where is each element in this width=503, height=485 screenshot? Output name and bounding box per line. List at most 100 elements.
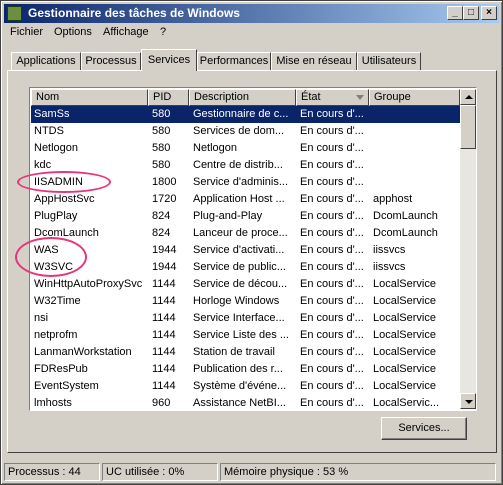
scrollbar-thumb[interactable] <box>460 105 476 149</box>
table-row[interactable]: DcomLaunch 824 Lanceur de proce... En cours… <box>31 225 460 242</box>
maximize-button[interactable]: □ <box>463 6 479 20</box>
cell-state: En cours d'... <box>300 329 364 341</box>
status-processes: Processus : 44 <box>4 463 100 481</box>
cell-pid: 1144 <box>152 363 176 375</box>
table-row[interactable]: WinHttpAutoProxySvc 1144 Service de décou.… <box>31 276 460 293</box>
menu-affichage[interactable]: Affichage <box>103 26 149 38</box>
table-row[interactable]: netprofm 1144 Service Liste des ... En cour… <box>31 327 460 344</box>
column-header-nom-label: Nom <box>36 91 60 103</box>
table-row[interactable]: AppHostSvc 1720 Application Host ... En cou… <box>31 191 460 208</box>
cell-name: LanmanWorkstation <box>34 346 132 358</box>
cell-pid: 824 <box>152 210 171 222</box>
cell-pid: 1944 <box>152 261 177 273</box>
cell-state: En cours d'... <box>300 244 364 256</box>
cell-description: Station de travail <box>193 346 275 358</box>
cell-description: Service de décou... <box>193 278 288 290</box>
services-button[interactable]: Services... <box>381 417 467 440</box>
cell-description: Service d'adminis... <box>193 176 289 188</box>
cell-name: nsi <box>34 312 49 324</box>
cell-group: LocalService <box>373 380 436 392</box>
vertical-scrollbar[interactable] <box>460 89 476 409</box>
cell-description: Assistance NetBI... <box>193 397 286 409</box>
cell-pid: 580 <box>152 142 171 154</box>
menu-bar: Fichier Options Affichage ? <box>4 24 499 42</box>
cell-name: NTDS <box>34 125 64 137</box>
column-header-etat[interactable]: État <box>296 89 369 106</box>
cell-group: LocalService <box>373 295 436 307</box>
table-row[interactable]: Netlogon 580 Netlogon En cours d'... <box>31 140 460 157</box>
cell-description: Système d'événe... <box>193 380 287 392</box>
cell-group: LocalService <box>373 312 436 324</box>
cell-pid: 824 <box>152 227 171 239</box>
cell-state: En cours d'... <box>300 363 364 375</box>
cell-description: Gestionnaire de c... <box>193 108 289 120</box>
table-row[interactable]: lmhosts 960 Assistance NetBI... En cours d'… <box>31 395 460 409</box>
table-row[interactable]: W3SVC 1944 Service de public... En cours d'… <box>31 259 460 276</box>
scroll-up-button[interactable] <box>460 89 476 105</box>
tab-applications[interactable]: Applications <box>11 52 81 70</box>
cell-name: WinHttpAutoProxySvc <box>34 278 143 290</box>
table-row[interactable]: W32Time 1144 Horloge Windows En cours d'...… <box>31 293 460 310</box>
column-header-description[interactable]: Description <box>189 89 296 106</box>
cell-name: PlugPlay <box>34 210 78 222</box>
close-button[interactable]: × <box>481 6 497 20</box>
table-row[interactable]: kdc 580 Centre de distrib... En cours d'... <box>31 157 460 174</box>
column-header-description-label: Description <box>194 91 250 103</box>
cell-state: En cours d'... <box>300 278 364 290</box>
table-row[interactable]: WAS 1944 Service d'activati... En cours d'.… <box>31 242 460 259</box>
cell-name: netprofm <box>34 329 78 341</box>
cell-pid: 580 <box>152 125 171 137</box>
cell-name: W32Time <box>34 295 81 307</box>
menu-options[interactable]: Options <box>54 26 92 38</box>
tab-services[interactable]: Services <box>141 49 197 71</box>
tab-mise-en-reseau[interactable]: Mise en réseau <box>271 52 357 70</box>
cell-name: FDResPub <box>34 363 88 375</box>
table-row[interactable]: PlugPlay 824 Plug-and-Play En cours d'... Dc… <box>31 208 460 225</box>
cell-pid: 1144 <box>152 380 176 392</box>
cell-state: En cours d'... <box>300 108 364 120</box>
minimize-button[interactable]: _ <box>447 6 463 20</box>
cell-description: Centre de distrib... <box>193 159 283 171</box>
cell-pid: 960 <box>152 397 171 409</box>
column-header-nom[interactable]: Nom <box>31 89 148 106</box>
menu-fichier[interactable]: Fichier <box>10 26 43 38</box>
cell-name: Netlogon <box>34 142 79 154</box>
cell-state: En cours d'... <box>300 346 364 358</box>
cell-group: DcomLaunch <box>373 210 438 222</box>
tab-utilisateurs[interactable]: Utilisateurs <box>357 52 421 70</box>
title-bar[interactable]: Gestionnaire des tâches de Windows _ □ × <box>4 4 499 23</box>
table-row[interactable]: SamSs 580 Gestionnaire de c... En cours d'.… <box>31 106 460 123</box>
status-cpu: UC utilisée : 0% <box>102 463 218 481</box>
cell-group: LocalService <box>373 278 436 290</box>
column-header-groupe-label: Groupe <box>374 91 411 103</box>
tab-performances[interactable]: Performances <box>197 52 271 70</box>
cell-pid: 1720 <box>152 193 177 205</box>
cell-description: Service Interface... <box>193 312 285 324</box>
cell-name: AppHostSvc <box>34 193 95 205</box>
menu-help[interactable]: ? <box>160 26 166 38</box>
cell-state: En cours d'... <box>300 125 364 137</box>
cell-description: Publication des r... <box>193 363 283 375</box>
table-row[interactable]: nsi 1144 Service Interface... En cours d'..… <box>31 310 460 327</box>
cell-state: En cours d'... <box>300 261 364 273</box>
tab-processus[interactable]: Processus <box>81 52 141 70</box>
cell-name: lmhosts <box>34 397 72 409</box>
table-row[interactable]: EventSystem 1144 Système d'événe... En cour… <box>31 378 460 395</box>
cell-group: iissvcs <box>373 244 406 256</box>
cell-group: iissvcs <box>373 261 406 273</box>
column-header-pid[interactable]: PID <box>148 89 189 106</box>
cell-state: En cours d'... <box>300 312 364 324</box>
cell-state: En cours d'... <box>300 176 364 188</box>
cell-group: DcomLaunch <box>373 227 438 239</box>
arrow-down-icon <box>465 400 473 404</box>
services-list[interactable]: Nom PID Description État Groupe SamSs 580… <box>29 87 477 411</box>
cell-pid: 1144 <box>152 312 176 324</box>
table-row[interactable]: NTDS 580 Services de dom... En cours d'... <box>31 123 460 140</box>
table-row[interactable]: FDResPub 1144 Publication des r... En cours… <box>31 361 460 378</box>
column-header-etat-label: État <box>301 91 321 103</box>
table-row[interactable]: LanmanWorkstation 1144 Station de travail E… <box>31 344 460 361</box>
scroll-down-button[interactable] <box>460 393 476 409</box>
column-header-groupe[interactable]: Groupe <box>369 89 460 106</box>
cell-description: Netlogon <box>193 142 238 154</box>
highlight-annotation-was-w3svc <box>15 237 87 277</box>
